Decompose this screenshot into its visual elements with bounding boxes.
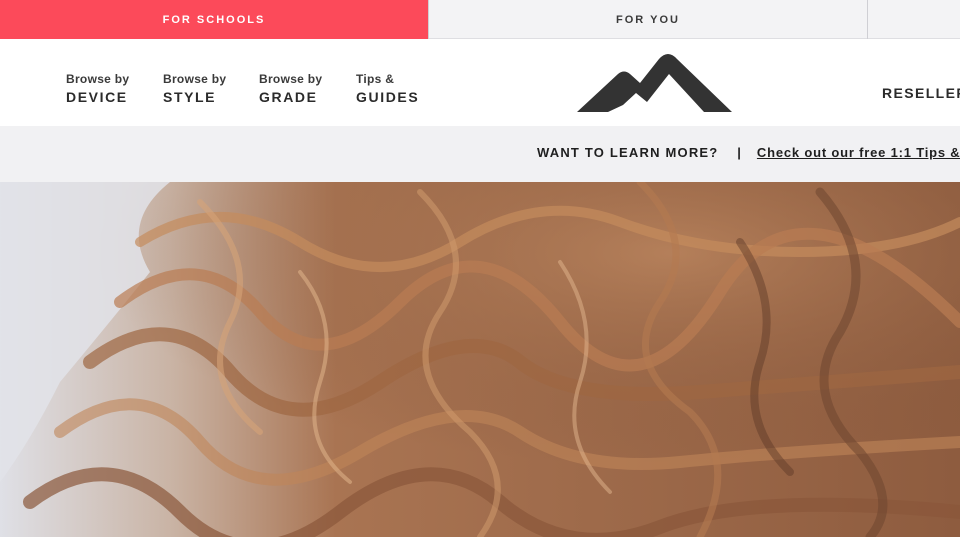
nav-item-label: DEVICE xyxy=(66,89,128,105)
audience-switcher: FOR SCHOOLS FOR YOU xyxy=(0,0,960,39)
for-you-tab[interactable]: FOR YOU xyxy=(428,0,868,39)
site-header: Browse by DEVICE Browse by STYLE Browse … xyxy=(0,39,960,126)
nav-browse-grade[interactable]: Browse by GRADE xyxy=(259,72,356,108)
nav-item-label: GUIDES xyxy=(356,89,420,105)
nav-tips-guides[interactable]: Tips & GUIDES xyxy=(356,72,436,108)
mountain-logo-icon[interactable] xyxy=(576,50,734,114)
nav-item-caption: Browse by xyxy=(66,72,130,86)
nav-browse-style[interactable]: Browse by STYLE xyxy=(163,72,259,108)
nav-item-caption: Browse by xyxy=(259,72,323,86)
hero-image xyxy=(0,182,960,537)
promo-lead: WANT TO LEARN MORE? xyxy=(537,145,719,160)
promo-content: WANT TO LEARN MORE? | Check out our free… xyxy=(537,145,960,160)
promo-tips-link[interactable]: Check out our free 1:1 Tips & G xyxy=(757,145,960,160)
nav-item-label: STYLE xyxy=(163,89,217,105)
promo-separator: | xyxy=(737,145,743,160)
nav-item-caption: Tips & xyxy=(356,72,395,86)
hero-hair-illustration xyxy=(0,182,960,537)
for-schools-tab[interactable]: FOR SCHOOLS xyxy=(0,0,428,39)
nav-browse-device[interactable]: Browse by DEVICE xyxy=(66,72,163,108)
promo-banner: WANT TO LEARN MORE? | Check out our free… xyxy=(0,126,960,182)
nav-item-label: GRADE xyxy=(259,89,318,105)
reseller-link[interactable]: RESELLER xyxy=(882,85,960,101)
main-nav: Browse by DEVICE Browse by STYLE Browse … xyxy=(66,72,436,108)
nav-item-caption: Browse by xyxy=(163,72,227,86)
